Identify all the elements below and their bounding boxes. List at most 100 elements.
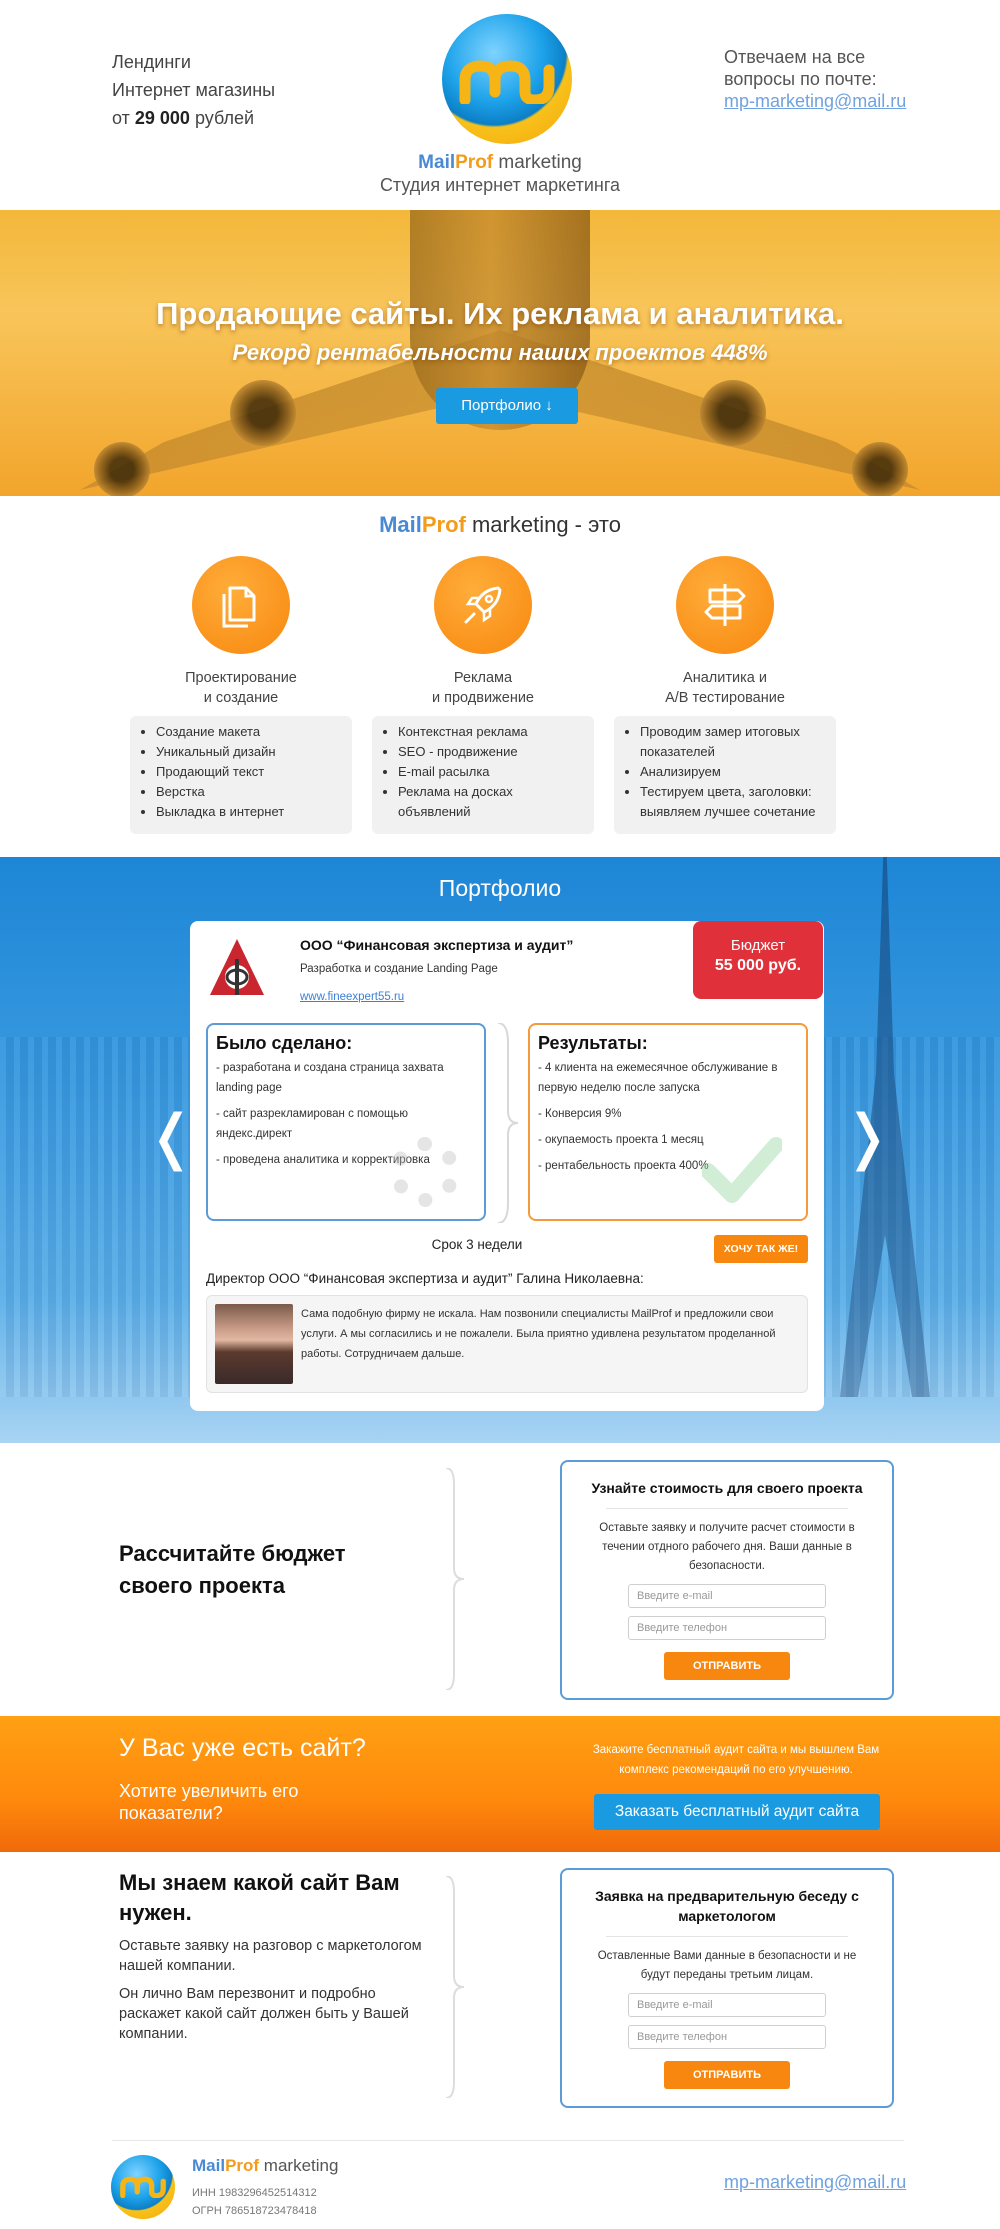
brace-icon: [445, 1876, 465, 2098]
prev-arrow-icon[interactable]: ❬: [146, 1107, 196, 1167]
done-box: Было сделано: - разработана и создана ст…: [206, 1023, 486, 1221]
budget-value: 55 000 руб.: [714, 957, 802, 974]
contact-text: Отвечаем на все вопросы по почте:: [724, 47, 877, 89]
list-item: Реклама на досках объявлений: [398, 782, 584, 822]
brand-marketing: marketing: [493, 152, 582, 173]
audit-button[interactable]: Заказать бесплатный аудит сайта: [594, 1794, 880, 1830]
list-item: Тестируем цвета, заголовки: выявляем луч…: [640, 782, 826, 822]
list-item: Создание макета: [156, 722, 342, 742]
header-offer: Лендинги Интернет магазины от 29 000 руб…: [112, 48, 275, 132]
brand-prof: Prof: [455, 152, 494, 173]
hero-banner: Продающие сайты. Их реклама и аналитика.…: [0, 210, 1000, 496]
footer-brand: MailProf marketing: [192, 2156, 338, 2176]
hero-subtitle: Рекорд рентабельности наших проектов 448…: [232, 340, 768, 365]
service-analytics: Аналитика и A/B тестирование Проводим зам…: [614, 556, 836, 834]
services-title-prof: Prof: [421, 512, 466, 537]
divider: [606, 1936, 848, 1937]
send-button[interactable]: ОТПРАВИТЬ: [664, 1652, 790, 1680]
service-name-line: Аналитика и: [683, 670, 767, 686]
hero-title: Продающие сайты. Их реклама и аналитика.: [156, 296, 844, 331]
email-field[interactable]: Введите e-mail: [628, 1584, 826, 1608]
know-text: Оставьте заявку на разговор с маркетолог…: [119, 1936, 439, 2044]
plane-engine-icon: [852, 442, 908, 496]
list-item: SEO - продвижение: [398, 742, 584, 762]
price-prefix: от: [112, 108, 135, 128]
client-site-link[interactable]: www.fineexpert55.ru: [300, 991, 404, 1003]
portfolio-button[interactable]: Портфолио ↓: [436, 388, 578, 424]
offer-shops: Интернет магазины: [112, 80, 276, 100]
footer-email-link[interactable]: mp-marketing@mail.ru: [724, 2172, 906, 2193]
logo-mark-icon: [120, 2176, 166, 2198]
price-value: 29 000: [134, 108, 190, 128]
author-photo: [215, 1304, 293, 1384]
header: Лендинги Интернет магазины от 29 000 руб…: [0, 0, 1000, 210]
page: Лендинги Интернет магазины от 29 000 руб…: [0, 0, 1000, 2229]
phone-field[interactable]: Введите телефон: [628, 1616, 826, 1640]
signpost-icon: [704, 584, 746, 626]
service-name-line: Проектирование: [185, 670, 297, 686]
want-same-button[interactable]: ХОЧУ ТАК ЖЕ!: [714, 1235, 808, 1263]
document-icon: [222, 586, 256, 628]
checkmark-icon: [702, 1137, 782, 1203]
next-arrow-icon[interactable]: ❭: [842, 1107, 892, 1167]
services-title-mail: Mail: [379, 512, 422, 537]
audit-banner: У Вас уже есть сайт? Хотите увеличить ег…: [0, 1716, 1000, 1852]
audit-subheading: Хотите увеличить его показатели?: [119, 1781, 299, 1823]
brace-icon: [497, 1023, 519, 1223]
service-list: Проводим замер итоговых показателей Анал…: [614, 716, 836, 834]
offer-price: от 29 000 рублей: [112, 104, 275, 132]
header-contact: Отвечаем на все вопросы по почте: mp-mar…: [724, 46, 924, 112]
brand-prof: Prof: [225, 2156, 260, 2175]
service-name-line: и продвижение: [432, 690, 534, 706]
plane-engine-icon: [230, 380, 296, 446]
email-field[interactable]: Введите e-mail: [628, 1993, 826, 2017]
done-title: Было сделано:: [216, 1033, 353, 1053]
brand-marketing: marketing: [259, 2156, 339, 2175]
service-design: Проектирование и создание Создание макета…: [130, 556, 352, 834]
results-box: Результаты: - 4 клиента на ежемесячное о…: [528, 1023, 808, 1221]
portfolio-title: Портфолио: [438, 875, 562, 901]
services-title: MailProf marketing - это: [0, 512, 1000, 538]
calc-form: Узнайте стоимость для своего проекта Ост…: [560, 1460, 894, 1700]
brand-tagline: Студия интернет маркетинга: [379, 175, 621, 195]
price-suffix: рублей: [189, 108, 255, 128]
service-list: Контекстная реклама SEO - продвижение E-…: [372, 716, 594, 834]
divider: [606, 1508, 848, 1509]
service-name: Проектирование и создание: [130, 668, 352, 708]
form-title: Заявка на предварительную беседу с марке…: [595, 1888, 859, 1924]
logo-mark-icon: [459, 60, 555, 104]
budget-label: Бюджет: [730, 937, 786, 954]
know-paragraph: Он лично Вам перезвонит и подробно раска…: [119, 1986, 409, 2042]
header-email-link[interactable]: mp-marketing@mail.ru: [724, 91, 906, 111]
services-title-rest: marketing - это: [465, 512, 621, 537]
know-heading: Мы знаем какой сайт Вам нужен.: [119, 1870, 400, 1925]
list-item: Контекстная реклама: [398, 722, 584, 742]
review-author: Директор ООО “Финансовая экспертиза и ау…: [206, 1271, 644, 1286]
service-name-line: и создание: [203, 690, 279, 706]
review-box: Сама подобную фирму не искала. Нам позво…: [206, 1295, 808, 1393]
form-title: Узнайте стоимость для своего проекта: [591, 1480, 863, 1496]
portfolio-card: ООО “Финансовая экспертиза и аудит” Разр…: [190, 921, 824, 1411]
review-text: Сама подобную фирму не искала. Нам позво…: [301, 1308, 776, 1360]
form-text: Оставьте заявку и получите расчет стоимо…: [599, 1522, 855, 1572]
send-button[interactable]: ОТПРАВИТЬ: [664, 2061, 790, 2089]
service-list: Создание макета Уникальный дизайн Продаю…: [130, 716, 352, 834]
result-item: - Конверсия 9%: [538, 1108, 622, 1120]
audit-heading: У Вас уже есть сайт?: [119, 1734, 366, 1762]
brace-icon: [445, 1468, 465, 1690]
list-item: Верстка: [156, 782, 342, 802]
footer-ogrn: ОГРН 786518723478418: [192, 2205, 317, 2217]
footer-divider: [112, 2140, 904, 2141]
brand-name: MailProf marketing: [0, 152, 1000, 174]
service-name: Аналитика и A/B тестирование: [614, 668, 836, 708]
callback-form: Заявка на предварительную беседу с марке…: [560, 1868, 894, 2108]
service-name-line: Реклама: [453, 670, 513, 686]
budget-badge: Бюджет 55 000 руб.: [693, 921, 823, 999]
service-circle: [676, 556, 774, 654]
result-item: - 4 клиента на ежемесячное обслуживание …: [538, 1062, 778, 1094]
offer-landings: Лендинги: [112, 52, 191, 72]
phone-field[interactable]: Введите телефон: [628, 2025, 826, 2049]
audit-text: Закажите бесплатный аудит сайта и мы выш…: [592, 1744, 880, 1776]
brand-mail: Mail: [192, 2156, 226, 2175]
plane-engine-icon: [700, 380, 766, 446]
